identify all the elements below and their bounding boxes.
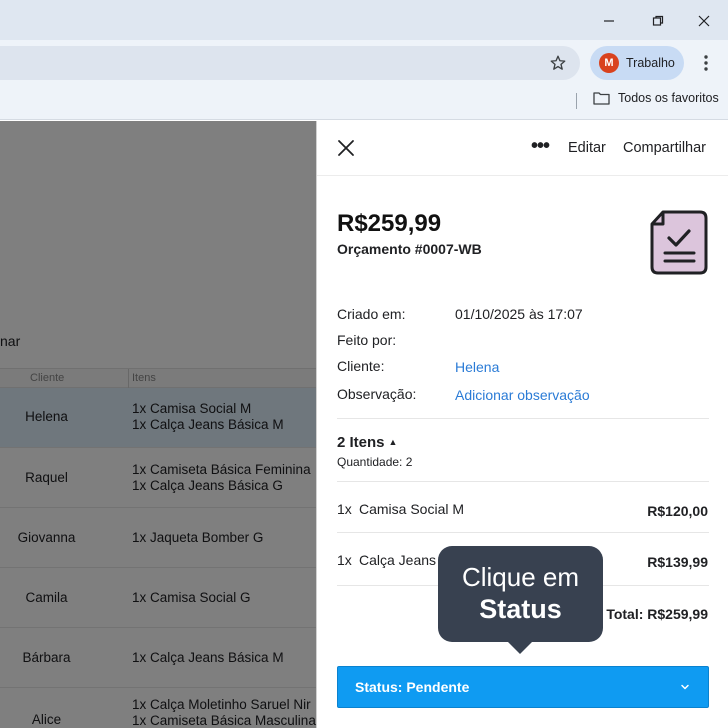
share-button[interactable]: Compartilhar: [623, 140, 706, 156]
line-qty: 1x: [337, 552, 352, 568]
minimize-icon[interactable]: [596, 8, 622, 34]
status-label: Status: Pendente: [355, 679, 470, 695]
folder-icon: [593, 92, 610, 105]
made-by-label: Feito por:: [337, 332, 397, 348]
quote-number: Orçamento #0007-WB: [337, 241, 482, 257]
client-label: Cliente:: [337, 358, 385, 374]
edit-button[interactable]: Editar: [568, 140, 606, 156]
line-name: Camisa Social M: [359, 501, 465, 517]
client-link[interactable]: Helena: [455, 359, 499, 375]
divider: [337, 418, 709, 419]
quote-amount: R$259,99: [337, 210, 442, 237]
line-price: R$139,99: [647, 554, 708, 570]
close-window-icon[interactable]: [691, 8, 717, 34]
divider: [337, 481, 709, 482]
status-dropdown[interactable]: Status: Pendente: [337, 666, 709, 708]
bookmark-star-icon[interactable]: [545, 50, 571, 76]
bookmarks-separator: [576, 93, 577, 109]
tooltip-line-2: Status: [479, 594, 562, 624]
restore-icon[interactable]: [645, 8, 671, 34]
tooltip-line-1: Clique em: [461, 562, 580, 592]
window-titlebar: [0, 0, 728, 40]
panel-header: ••• Editar Compartilhar: [317, 121, 728, 176]
chevron-down-icon: [681, 684, 689, 690]
profile-name: Trabalho: [626, 56, 675, 70]
created-label: Criado em:: [337, 306, 406, 322]
items-quantity: Quantidade: 2: [337, 455, 413, 469]
all-bookmarks-button[interactable]: Todos os favoritos: [593, 91, 719, 105]
created-value: 01/10/2025 às 17:07: [455, 306, 583, 322]
divider: [337, 532, 709, 533]
line-price: R$120,00: [647, 503, 708, 519]
close-icon[interactable]: [335, 137, 357, 159]
quote-total: Total: R$259,99: [606, 606, 708, 622]
document-check-icon: [650, 210, 708, 275]
note-label: Observação:: [337, 386, 417, 402]
add-note-link[interactable]: Adicionar observação: [455, 387, 590, 403]
hint-tooltip: Clique em Status: [438, 546, 603, 642]
more-options-icon[interactable]: •••: [531, 135, 550, 158]
items-toggle[interactable]: 2 Itens ▲: [337, 434, 397, 451]
all-bookmarks-label: Todos os favoritos: [618, 91, 719, 105]
caret-up-icon: ▲: [388, 437, 398, 447]
address-bar[interactable]: [0, 46, 580, 80]
tooltip-pointer: [507, 641, 533, 654]
line-qty: 1x: [337, 501, 352, 517]
browser-menu-icon[interactable]: [696, 50, 716, 76]
modal-backdrop[interactable]: [0, 121, 316, 728]
avatar: M: [599, 53, 619, 73]
profile-chip[interactable]: M Trabalho: [590, 46, 684, 80]
